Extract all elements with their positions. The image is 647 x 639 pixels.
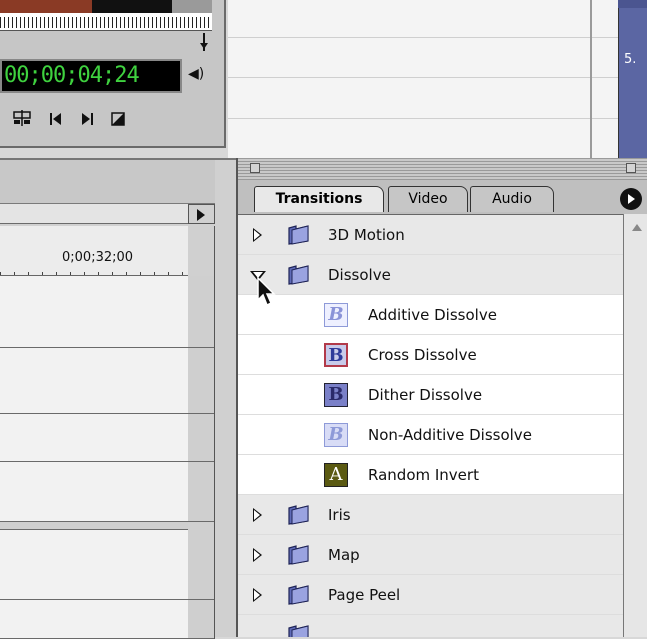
timeline-track[interactable] [0, 348, 188, 414]
folder-map[interactable]: Map [238, 535, 623, 575]
blue-panel-bar [618, 0, 647, 8]
timeline-header [0, 160, 215, 204]
folder-icon [288, 545, 309, 565]
folder-3d-motion[interactable]: 3D Motion [238, 215, 623, 255]
close-box-icon[interactable] [250, 163, 260, 173]
transition-label: Dither Dissolve [368, 386, 483, 404]
timeline-track[interactable] [0, 530, 188, 600]
folder-icon [288, 585, 309, 605]
monitor-toolbar [12, 110, 137, 132]
timeline-divider [0, 522, 188, 530]
tab-video[interactable]: Video [388, 186, 468, 212]
blue-panel [618, 0, 647, 160]
folder-label: 3D Motion [328, 226, 405, 244]
mouse-cursor-icon [257, 276, 276, 307]
transitions-list: 3D Motion Dissolve B Additive Dissolve B… [238, 214, 623, 637]
random-invert-icon: A [324, 463, 348, 487]
timecode-display[interactable]: 00;00;04;24 [0, 59, 182, 93]
monitor-preview-strip-grey [172, 0, 212, 13]
folder-label: Iris [328, 506, 351, 524]
timeline-track-side [188, 348, 215, 414]
transition-cross-dissolve[interactable]: B Cross Dissolve [238, 335, 623, 375]
palette-scrollbar[interactable] [623, 214, 647, 637]
dither-dissolve-icon: B [324, 383, 348, 407]
additive-dissolve-icon: B [324, 303, 348, 327]
transition-label: Cross Dissolve [368, 346, 477, 364]
folder-label: Dissolve [328, 266, 391, 284]
transition-dither-dissolve[interactable]: B Dither Dissolve [238, 375, 623, 415]
collapsed-triangle-icon[interactable] [253, 548, 262, 562]
palette-menu-arrow-icon[interactable] [620, 188, 642, 210]
speaker-icon[interactable]: ◀) [188, 66, 204, 84]
folder-page-peel[interactable]: Page Peel [238, 575, 623, 615]
timeline-track-side [188, 414, 215, 462]
monitor-preview-strip-red [0, 0, 92, 13]
upper-divider [590, 0, 592, 160]
transition-label: Additive Dissolve [368, 306, 497, 324]
folder-label: Page Peel [328, 586, 401, 604]
palette-title-bar[interactable] [238, 158, 647, 180]
ripple-edit-icon[interactable] [12, 110, 32, 130]
transition-label: Random Invert [368, 466, 479, 484]
monitor-playhead[interactable] [200, 33, 208, 51]
cross-dissolve-icon: B [324, 343, 348, 367]
timeline-scrollbar[interactable] [0, 204, 188, 224]
step-back-icon[interactable] [49, 111, 63, 130]
tab-audio[interactable]: Audio [470, 186, 554, 212]
scroll-up-arrow-icon[interactable] [632, 224, 642, 231]
collapsed-triangle-icon[interactable] [253, 228, 262, 242]
timeline-track-side [188, 600, 215, 639]
timeline-track-side [188, 276, 215, 348]
collapsed-triangle-icon[interactable] [253, 588, 262, 602]
mark-icon[interactable] [111, 111, 126, 130]
folder-iris[interactable]: Iris [238, 495, 623, 535]
non-additive-dissolve-icon: B [324, 423, 348, 447]
transitions-palette: Video Audio Transitions 3D Motion Dissol… [236, 158, 647, 637]
transition-label: Non-Additive Dissolve [368, 426, 532, 444]
timeline-track[interactable] [0, 414, 188, 462]
monitor-ruler[interactable] [0, 13, 212, 31]
folder-icon [288, 265, 309, 285]
timeline-track[interactable] [0, 600, 188, 639]
folder-icon [288, 625, 309, 637]
timeline-scroll-right-button[interactable] [188, 204, 215, 224]
timeline-track[interactable] [0, 276, 188, 348]
timeline-edge [214, 226, 215, 639]
transition-additive-dissolve[interactable]: B Additive Dissolve [238, 295, 623, 335]
zoom-box-icon[interactable] [626, 163, 636, 173]
transition-random-invert[interactable]: A Random Invert [238, 455, 623, 495]
collapsed-triangle-icon[interactable] [253, 508, 262, 522]
timeline-track[interactable] [0, 462, 188, 522]
timeline-track-side [188, 530, 215, 600]
blue-panel-text: 5. [624, 52, 637, 67]
folder-icon [288, 505, 309, 525]
folder-icon [288, 225, 309, 245]
tab-transitions[interactable]: Transitions [254, 186, 384, 212]
transition-non-additive-dissolve[interactable]: B Non-Additive Dissolve [238, 415, 623, 455]
timeline-time-label: 0;00;32;00 [62, 250, 134, 265]
step-forward-icon[interactable] [80, 111, 94, 130]
upper-list-area [228, 0, 618, 160]
timeline-panel: 0;00;32;00 [0, 158, 238, 639]
folder-partial[interactable] [238, 615, 623, 637]
folder-label: Map [328, 546, 360, 564]
monitor-panel: 00;00;04;24 ◀) [0, 0, 226, 148]
folder-dissolve[interactable]: Dissolve [238, 255, 623, 295]
timeline-track-side [188, 462, 215, 522]
